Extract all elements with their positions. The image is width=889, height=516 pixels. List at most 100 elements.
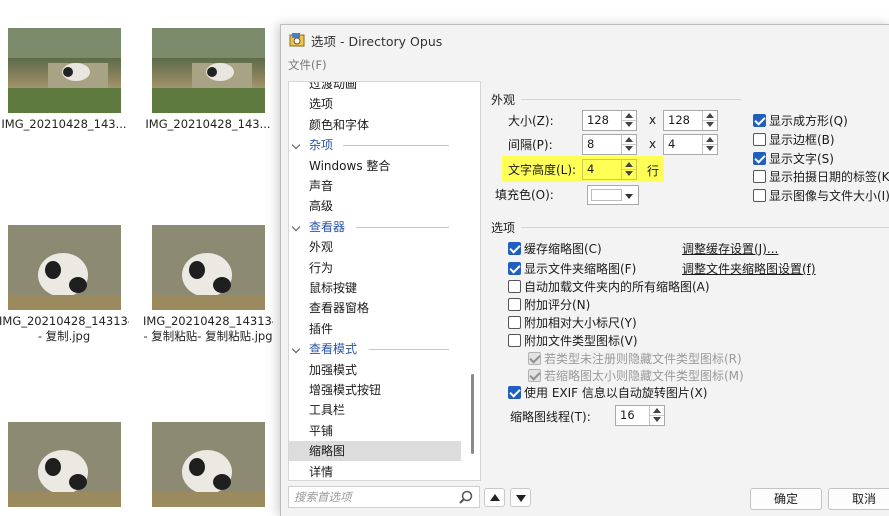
text-height-spinner[interactable]: 4 bbox=[582, 159, 637, 180]
thumbnail-threads-spinner[interactable]: 16 bbox=[615, 405, 665, 426]
options-tree[interactable]: 过渡动画 选项 颜色和字体 杂项 Windows 整合 声音 高级 查看器 外观 行为 鼠标按键 查看… bbox=[288, 81, 481, 481]
tree-item[interactable]: 鼠标按键 bbox=[289, 278, 461, 298]
auto-load-thumbnails-checkbox[interactable]: 自动加载文件夹内的所有缩略图(A) bbox=[508, 278, 710, 295]
tree-item-label: 颜色和字体 bbox=[309, 117, 370, 132]
exif-auto-rotate-checkbox[interactable]: 使用 EXIF 信息以自动旋转图片(X) bbox=[508, 384, 707, 401]
previous-match-button[interactable] bbox=[484, 488, 505, 507]
search-placeholder: 搜索首选项 bbox=[294, 490, 352, 504]
dialog-titlebar[interactable]: 选项 - Directory Opus bbox=[281, 25, 889, 55]
tree-item[interactable]: 增强模式按钮 bbox=[289, 380, 461, 400]
ok-button[interactable]: 确定 bbox=[750, 488, 822, 510]
thumbnail-image bbox=[152, 225, 265, 310]
checkbox-label: 附加相对大小标尺(Y) bbox=[524, 316, 637, 330]
tree-scrollbar[interactable] bbox=[468, 84, 478, 480]
directory-opus-icon bbox=[289, 32, 305, 48]
tree-item[interactable]: 外观 bbox=[289, 237, 461, 257]
tree-item[interactable]: 插件 bbox=[289, 319, 461, 339]
thumbnail-item[interactable]: IMG_20210428_143134 - 复制.jpg bbox=[0, 225, 132, 344]
tree-item[interactable]: Windows 整合 bbox=[289, 156, 461, 176]
thumbnail-item[interactable] bbox=[2, 422, 132, 507]
dialog-title: 选项 - Directory Opus bbox=[311, 33, 443, 49]
explorer-thumbnail-grid: IMG_20210428_143... IMG_20210428_143... … bbox=[0, 0, 280, 516]
menubar: 文件(F) bbox=[281, 55, 889, 75]
fill-color-label: 填充色(O): bbox=[495, 188, 554, 202]
spacing-horizontal-value: 8 bbox=[587, 137, 595, 151]
checkbox-label: 自动加载文件夹内的所有缩略图(A) bbox=[524, 280, 710, 294]
spinner-arrows[interactable] bbox=[621, 160, 636, 179]
folder-thumbnails-checkbox[interactable]: 显示文件夹缩略图(F) bbox=[508, 260, 636, 277]
tree-item-label: 外观 bbox=[309, 240, 334, 255]
thumbnail-caption-2: - 复制.jpg bbox=[37, 329, 91, 343]
thumbnail-image bbox=[8, 422, 121, 507]
thumbnail-item[interactable]: IMG_20210428_143134 - 复制粘贴- 复制粘贴.jpg bbox=[143, 225, 276, 344]
tree-item[interactable]: 工具栏 bbox=[289, 400, 461, 420]
search-input[interactable]: 搜索首选项 bbox=[288, 486, 480, 508]
tree-category[interactable]: 查看器 bbox=[289, 217, 461, 237]
text-height-value: 4 bbox=[587, 162, 595, 176]
tree-category[interactable]: 杂项 bbox=[289, 135, 461, 155]
tree-item-label: 选项 bbox=[309, 97, 334, 112]
thumbnail-item[interactable]: IMG_20210428_143... bbox=[1, 28, 132, 132]
menu-file[interactable]: 文件(F) bbox=[288, 57, 327, 73]
tree-item[interactable]: 选项 bbox=[289, 94, 461, 114]
checkbox-label: 显示文件夹缩略图(F) bbox=[524, 262, 637, 276]
spinner-arrows[interactable] bbox=[702, 135, 717, 154]
tree-item[interactable]: 加强模式 bbox=[289, 360, 461, 380]
show-date-taken-label-checkbox[interactable]: 显示拍摄日期的标签(K) bbox=[753, 168, 889, 185]
tree-item-label: 平铺 bbox=[309, 423, 334, 438]
chevron-down-icon[interactable] bbox=[291, 344, 301, 354]
cache-thumbnails-checkbox[interactable]: 缓存缩略图(C) bbox=[508, 240, 602, 257]
search-icon[interactable] bbox=[459, 490, 473, 504]
show-image-file-size-checkbox[interactable]: 显示图像与文件大小(I) bbox=[753, 187, 889, 204]
tree-item[interactable]: 缩略图 bbox=[289, 441, 461, 462]
thumbnail-caption: IMG_20210428_143... bbox=[145, 117, 271, 131]
tree-category[interactable]: 查看模式 bbox=[289, 339, 461, 359]
spacing-vertical-spinner[interactable]: 4 bbox=[663, 134, 718, 155]
append-file-type-icon-checkbox[interactable]: 附加文件类型图标(V) bbox=[508, 332, 638, 349]
append-rating-checkbox[interactable]: 附加评分(N) bbox=[508, 296, 590, 313]
thumbnail-image bbox=[152, 422, 265, 507]
show-text-checkbox[interactable]: 显示文字(S) bbox=[753, 150, 834, 167]
fill-color-swatch bbox=[591, 189, 622, 201]
tree-item-label: Windows 整合 bbox=[309, 158, 391, 173]
text-height-unit: 行 bbox=[647, 164, 660, 178]
spacing-x-separator: x bbox=[649, 137, 657, 151]
checkbox-label: 使用 EXIF 信息以自动旋转图片(X) bbox=[524, 386, 708, 400]
tree-item[interactable]: 详情 bbox=[289, 462, 461, 480]
scrollbar-thumb[interactable] bbox=[471, 374, 474, 454]
thumbnail-settings-panel: 外观 大小(Z): 128 x 128 间隔(P): 8 x 4 文字高度(L)… bbox=[481, 81, 889, 486]
checkbox-label: 附加文件类型图标(V) bbox=[524, 334, 638, 348]
chevron-down-icon[interactable] bbox=[291, 140, 301, 150]
adjust-folder-thumbnail-settings-link[interactable]: 调整文件夹缩略图设置(f) bbox=[682, 260, 816, 277]
hide-type-icon-small-checkbox[interactable]: 若缩略图太小则隐藏文件类型图标(M) bbox=[528, 367, 744, 384]
thumbnail-item[interactable]: IMG_20210428_143... bbox=[145, 28, 276, 132]
spacing-horizontal-spinner[interactable]: 8 bbox=[582, 134, 637, 155]
square-thumbnails-checkbox[interactable]: 显示成方形(Q) bbox=[753, 112, 848, 129]
thumbnail-item[interactable] bbox=[146, 422, 276, 507]
tree-item[interactable]: 平铺 bbox=[289, 421, 461, 441]
tree-item[interactable]: 过渡动画 bbox=[289, 82, 461, 94]
tree-item[interactable]: 行为 bbox=[289, 258, 461, 278]
spinner-arrows[interactable] bbox=[621, 135, 636, 154]
spinner-arrows[interactable] bbox=[649, 406, 664, 425]
show-border-checkbox[interactable]: 显示边框(B) bbox=[753, 131, 835, 148]
adjust-cache-settings-link[interactable]: 调整缓存设置(J)... bbox=[682, 240, 778, 257]
size-width-spinner[interactable]: 128 bbox=[582, 110, 637, 131]
size-height-value: 128 bbox=[668, 113, 690, 127]
tree-item[interactable]: 声音 bbox=[289, 176, 461, 196]
tree-item[interactable]: 颜色和字体 bbox=[289, 115, 461, 135]
spinner-arrows[interactable] bbox=[702, 111, 717, 130]
cancel-button[interactable]: 取消 bbox=[828, 488, 889, 510]
category-divider bbox=[369, 349, 449, 351]
tree-item[interactable]: 查看器窗格 bbox=[289, 298, 461, 318]
tree-item-label: 杂项 bbox=[309, 138, 334, 153]
tree-item[interactable]: 高级 bbox=[289, 196, 461, 216]
next-match-button[interactable] bbox=[510, 488, 531, 507]
fill-color-picker[interactable] bbox=[587, 185, 639, 205]
size-height-spinner[interactable]: 128 bbox=[663, 110, 718, 131]
arrow-up-icon bbox=[490, 494, 500, 501]
hide-unregistered-type-icon-checkbox[interactable]: 若类型未注册则隐藏文件类型图标(R) bbox=[528, 350, 742, 367]
chevron-down-icon[interactable] bbox=[291, 222, 301, 232]
spinner-arrows[interactable] bbox=[621, 111, 636, 130]
append-relative-size-checkbox[interactable]: 附加相对大小标尺(Y) bbox=[508, 314, 637, 331]
